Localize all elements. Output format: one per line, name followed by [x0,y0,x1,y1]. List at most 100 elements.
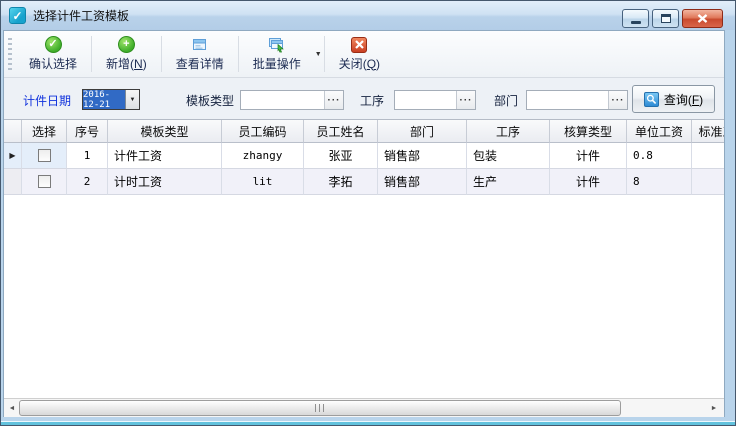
plus-circle-icon: + [118,36,135,53]
piece-date-value: 2016-12-21 [83,90,125,109]
row-indicator-cell [4,169,22,195]
header-index[interactable]: 序号 [67,120,108,143]
header-template-type[interactable]: 模板类型 [108,120,222,143]
template-type-cell: 计时工资 [108,169,222,195]
toolbar-separator [324,36,325,72]
title-bar[interactable]: ✓ 选择计件工资模板 [1,1,735,30]
window-bottom-border [1,417,735,425]
toolbar-grip[interactable] [8,38,12,70]
header-unit-wage[interactable]: 单位工资 [627,120,692,143]
process-cell: 包装 [467,143,550,169]
grid-header-row: 选择 序号 模板类型 员工编码 员工姓名 部门 工序 核算类型 单位工资 标准工… [4,120,724,143]
department-editor: ··· [526,90,628,110]
row-checkbox[interactable] [38,149,51,162]
window-title: 选择计件工资模板 [33,7,129,24]
minimize-button[interactable] [622,9,649,28]
calc-type-cell: 计件 [550,143,627,169]
header-indicator [4,120,22,143]
chevron-down-icon: ▼ [130,97,136,103]
template-type-input[interactable] [241,91,324,109]
index-cell: 2 [67,169,108,195]
select-cell [22,169,67,195]
toolbar: ✓ 确认选择 + 新增(N) 查看详情 [4,31,724,78]
header-employee-code[interactable]: 员工编码 [222,120,304,143]
maximize-button[interactable] [652,9,679,28]
toolbar-separator [161,36,162,72]
table-row[interactable]: ▶ 1 计件工资 zhangy 张亚 销售部 包装 计件 0.8 [4,143,724,169]
header-select[interactable]: 选择 [22,120,67,143]
header-calc-type[interactable]: 核算类型 [550,120,627,143]
department-label: 部门 [494,92,518,109]
template-type-lookup-button[interactable]: ··· [324,91,343,109]
header-process[interactable]: 工序 [467,120,550,143]
batch-dropdown-arrow-icon[interactable]: ▼ [315,51,322,58]
scroll-left-arrow-icon[interactable]: ◄ [4,399,20,417]
close-button[interactable] [682,9,723,28]
check-circle-icon: ✓ [45,36,62,53]
close-window-button[interactable]: 关闭(Q) [327,31,392,77]
employee-code-cell: lit [222,169,304,195]
template-type-label: 模板类型 [186,92,234,109]
toolbar-separator [238,36,239,72]
table-row[interactable]: 2 计时工资 lit 李拓 销售部 生产 计件 8 [4,169,724,195]
maximize-icon [661,14,671,23]
batch-operation-button[interactable]: 批量操作 [241,31,313,77]
standard-wage-cell [692,169,724,195]
add-new-label: 新增(N) [106,55,147,72]
form-icon [191,36,208,53]
query-button[interactable]: 查询(F) [632,85,715,113]
scrollbar-thumb[interactable] [19,400,621,416]
window-controls [622,9,723,28]
minimize-icon [631,21,641,24]
process-input[interactable] [395,91,456,109]
scrollbar-grip-icon [315,404,325,412]
confirm-select-label: 确认选择 [29,55,77,72]
employee-name-cell: 李拓 [304,169,378,195]
close-square-icon [351,37,367,53]
department-input[interactable] [527,91,608,109]
department-lookup-button[interactable]: ··· [608,91,627,109]
date-dropdown-button[interactable]: ▼ [125,90,139,109]
add-new-button[interactable]: + 新增(N) [94,31,159,77]
calc-type-cell: 计件 [550,169,627,195]
batch-operation-label: 批量操作 [253,55,301,72]
index-cell: 1 [67,143,108,169]
horizontal-scrollbar[interactable]: ◄ ► [4,398,724,417]
close-icon [697,14,708,23]
piece-date-label: 计件日期 [23,92,71,109]
dialog-window: ✓ 选择计件工资模板 ✓ 确认选择 + 新增(N) [0,0,736,426]
client-area: ✓ 确认选择 + 新增(N) 查看详情 [3,30,725,417]
department-cell: 销售部 [378,143,467,169]
select-cell [22,143,67,169]
focused-row-arrow-icon: ▶ [9,151,15,160]
unit-wage-cell: 0.8 [627,143,692,169]
header-department[interactable]: 部门 [378,120,467,143]
unit-wage-cell: 8 [627,169,692,195]
department-cell: 销售部 [378,169,467,195]
employee-name-cell: 张亚 [304,143,378,169]
row-checkbox[interactable] [38,175,51,188]
process-label: 工序 [360,92,384,109]
query-label: 查询(F) [664,91,703,108]
header-employee-name[interactable]: 员工姓名 [304,120,378,143]
toolbar-separator [91,36,92,72]
template-type-cell: 计件工资 [108,143,222,169]
template-type-editor: ··· [240,90,344,110]
view-details-button[interactable]: 查看详情 [164,31,236,77]
employee-code-cell: zhangy [222,143,304,169]
filter-bar: 计件日期 2016-12-21 ▼ 模板类型 ··· 工序 ··· 部门 ··· [4,78,724,120]
search-icon [644,92,659,107]
standard-wage-cell [692,143,724,169]
app-logo-icon: ✓ [9,7,26,24]
view-details-label: 查看详情 [176,55,224,72]
scroll-right-arrow-icon[interactable]: ► [706,399,722,417]
row-indicator-cell: ▶ [4,143,22,169]
close-window-label: 关闭(Q) [339,55,380,72]
process-editor: ··· [394,90,476,110]
piece-date-picker[interactable]: 2016-12-21 ▼ [82,89,140,110]
process-cell: 生产 [467,169,550,195]
process-lookup-button[interactable]: ··· [456,91,475,109]
confirm-select-button[interactable]: ✓ 确认选择 [17,31,89,77]
header-standard-wage[interactable]: 标准工资 [692,120,724,143]
data-grid: 选择 序号 模板类型 员工编码 员工姓名 部门 工序 核算类型 单位工资 标准工… [4,120,724,398]
